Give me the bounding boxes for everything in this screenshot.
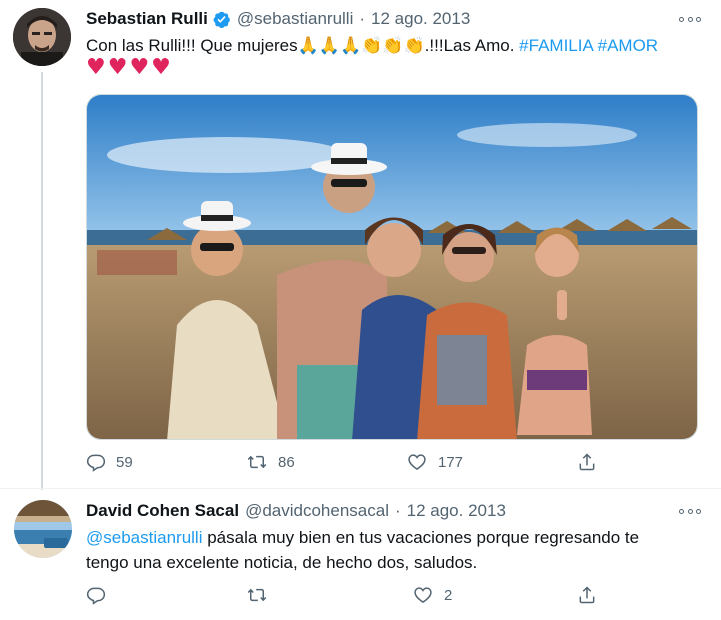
reply-retweet-button[interactable] bbox=[246, 585, 268, 605]
tweet-text-mid: .!!!Las Amo. bbox=[424, 36, 520, 55]
retweet-icon bbox=[246, 452, 268, 472]
verified-badge-icon bbox=[212, 10, 231, 29]
author-avatar[interactable] bbox=[13, 8, 71, 66]
hearts-emoji: ♥♥♥♥ bbox=[86, 55, 173, 80]
reply-author-handle[interactable]: @davidcohensacal bbox=[245, 501, 389, 521]
reply-like-button[interactable]: 2 bbox=[412, 585, 452, 605]
tweet-photo[interactable] bbox=[86, 94, 698, 440]
praying-hands-emoji: 🙏🙏🙏 bbox=[297, 36, 362, 56]
reply-author-name[interactable]: David Cohen Sacal bbox=[86, 501, 239, 521]
tweet-actions: 59 86 177 bbox=[86, 452, 606, 476]
like-button[interactable]: 177 bbox=[406, 452, 463, 472]
reply-reply-button[interactable] bbox=[86, 585, 106, 605]
reply-text-1: pásala muy bien en tus vacaciones porque… bbox=[202, 528, 640, 547]
reply-text-line1: @sebastianrulli pásala muy bien en tus v… bbox=[86, 526, 639, 550]
share-icon bbox=[576, 452, 598, 472]
reply-more-icon[interactable] bbox=[679, 506, 701, 516]
reply-date[interactable]: 12 ago. 2013 bbox=[407, 501, 506, 521]
reply-text-line2: tengo una excelente noticia, de hecho do… bbox=[86, 551, 477, 575]
hashtag-amor[interactable]: #AMOR bbox=[598, 36, 658, 55]
reply-separator: · bbox=[394, 501, 401, 520]
tweet-date[interactable]: 12 ago. 2013 bbox=[371, 9, 470, 29]
reply-icon bbox=[86, 585, 106, 605]
separator: · bbox=[359, 9, 366, 28]
like-count: 177 bbox=[438, 453, 464, 471]
reply-header: David Cohen Sacal @davidcohensacal · 12 … bbox=[86, 500, 506, 522]
reply-actions: 2 bbox=[86, 585, 606, 609]
share-icon bbox=[576, 585, 598, 605]
more-icon[interactable] bbox=[679, 14, 701, 24]
reply-like-count: 2 bbox=[444, 586, 453, 604]
like-icon bbox=[412, 585, 434, 605]
hashtag-familia[interactable]: #FAMILIA bbox=[519, 36, 593, 55]
reply-text-2: tengo una excelente noticia, de hecho do… bbox=[86, 553, 478, 572]
reply-button[interactable]: 59 bbox=[86, 452, 133, 472]
thread-line bbox=[41, 72, 43, 490]
reply-count: 59 bbox=[116, 453, 133, 471]
reply-share-button[interactable] bbox=[576, 585, 598, 605]
author-name[interactable]: Sebastian Rulli bbox=[86, 9, 208, 29]
reply-author-avatar[interactable] bbox=[14, 500, 72, 558]
tweet-text-start: Con las Rulli!!! Que mujeres bbox=[86, 36, 298, 55]
tweet-text-line2: ♥♥♥♥ bbox=[86, 56, 173, 81]
retweet-button[interactable]: 86 bbox=[246, 452, 295, 472]
author-handle[interactable]: @sebastianrulli bbox=[237, 9, 353, 29]
share-button[interactable] bbox=[576, 452, 598, 472]
retweet-count: 86 bbox=[278, 453, 295, 471]
clapping-hands-emoji: 👏👏👏 bbox=[361, 36, 425, 56]
reply-mention[interactable]: @sebastianrulli bbox=[86, 528, 202, 547]
retweet-icon bbox=[246, 585, 268, 605]
like-icon bbox=[406, 452, 428, 472]
reply-icon bbox=[86, 452, 106, 472]
tweet-header: Sebastian Rulli @sebastianrulli · 12 ago… bbox=[86, 8, 470, 30]
